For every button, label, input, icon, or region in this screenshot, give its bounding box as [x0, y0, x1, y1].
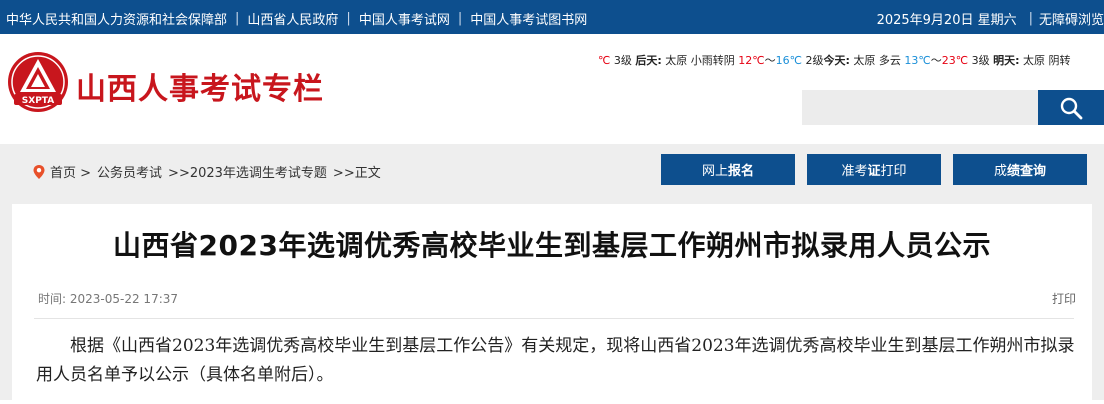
search-button[interactable] [1038, 90, 1104, 125]
score-query-button[interactable]: 成绩查询 [953, 154, 1087, 185]
online-registration-button[interactable]: 网上 报名 [661, 154, 795, 185]
time-label: 时间: [38, 292, 67, 306]
breadcrumb-current: >>正文 [332, 166, 381, 181]
search-input[interactable] [802, 90, 1038, 125]
weather-ticker: ℃ 3级 后天: 太原 小雨转阴 12℃～16℃ 2级今天: 太原 多云 13℃… [598, 54, 1071, 67]
print-link[interactable]: 打印 [1052, 290, 1076, 307]
admission-ticket-button[interactable]: 准考证打印 [807, 154, 941, 185]
current-date: 2025年9月20日 星期六 [876, 13, 1017, 28]
top-link-separator: | [235, 11, 240, 26]
article-title: 山西省2023年选调优秀高校毕业生到基层工作朔州市拟录用人员公示 [113, 229, 991, 262]
location-pin-icon [33, 164, 45, 179]
search-icon [1060, 97, 1083, 119]
top-link-mohrss[interactable]: 中华人民共和国人力资源和社会保障部 [6, 9, 227, 28]
article-card: 山西省2023年选调优秀高校毕业生到基层工作朔州市拟录用人员公示 时间: 202… [12, 204, 1092, 404]
sxpta-logo[interactable]: SXPTA [6, 50, 70, 114]
top-link-cpta[interactable]: 中国人事考试网 [359, 9, 450, 28]
top-link-separator: | [346, 11, 351, 26]
article-meta: 时间: 2023-05-22 17:37 [38, 290, 178, 307]
top-link-bookstore[interactable]: 中国人事考试图书网 [470, 9, 587, 28]
breadcrumb-civil-servant[interactable]: 公务员考试 [97, 162, 162, 181]
breadcrumb-selection-topic[interactable]: >>2023年选调生考试专题 [168, 162, 327, 181]
top-bar-right: 2025年9月20日 星期六 | 无障碍浏览 [877, 9, 1104, 28]
svg-text:SXPTA: SXPTA [22, 96, 54, 106]
top-links: 中华人民共和国人力资源和社会保障部 | 山西省人民政府 | 中国人事考试网 | … [6, 9, 587, 28]
top-link-separator: | [1028, 11, 1033, 26]
top-bar: 中华人民共和国人力资源和社会保障部 | 山西省人民政府 | 中国人事考试网 | … [0, 0, 1104, 34]
top-link-shanxi-gov[interactable]: 山西省人民政府 [247, 9, 338, 28]
meta-divider [34, 318, 1074, 319]
top-link-separator: | [457, 11, 463, 26]
breadcrumb-home[interactable]: 首页 > [50, 162, 91, 181]
accessibility-link[interactable]: 无障碍浏览 [1039, 9, 1104, 28]
article-paragraph: 根据《山西省2023年选调优秀高校毕业生到基层工作公告》有关规定，现将山西省20… [36, 336, 1075, 385]
publish-time: 2023-05-22 17:37 [69, 292, 179, 306]
site-title: 山西人事考试专栏 [76, 72, 324, 107]
breadcrumb: 首页 > 公务员考试 >>2023年选调生考试专题 >>正文 [32, 162, 387, 181]
logo-emblem-icon: SXPTA [8, 52, 68, 112]
site-header: SXPTA 山西人事考试专栏 ℃ 3级 后天: 太原 小雨转阴 12℃～16℃ … [0, 34, 1104, 144]
